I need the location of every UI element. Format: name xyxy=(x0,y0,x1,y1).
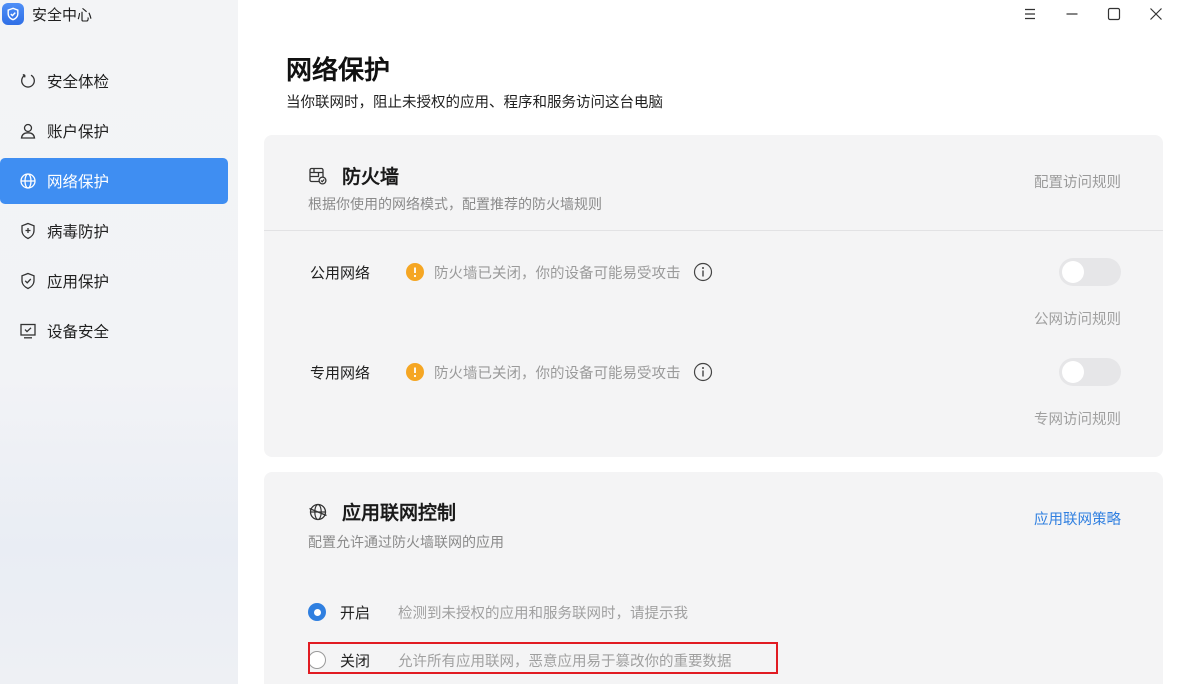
sidebar-item-device[interactable]: 设备安全 xyxy=(0,308,228,354)
firewall-icon xyxy=(308,166,328,186)
firewall-title: 防火墙 xyxy=(342,166,400,188)
user-icon xyxy=(18,121,38,141)
private-network-row: 专用网络 防火墙已关闭，你的设备可能易受攻击 xyxy=(310,360,713,384)
network-status: 防火墙已关闭，你的设备可能易受攻击 xyxy=(434,365,681,382)
radio-button-checked[interactable] xyxy=(308,603,326,621)
sidebar-item-network[interactable]: 网络保护 xyxy=(0,158,228,204)
sidebar-item-label: 设备安全 xyxy=(47,323,110,341)
sidebar-item-label: 账户保护 xyxy=(47,123,110,141)
app-title-bar: 安全中心 xyxy=(2,3,92,25)
firewall-description: 根据你使用的网络模式，配置推荐的防火墙规则 xyxy=(308,197,602,213)
network-label: 专用网络 xyxy=(310,363,371,382)
sidebar-item-account[interactable]: 账户保护 xyxy=(0,108,228,154)
radio-option-on[interactable]: 开启 检测到未授权的应用和服务联网时，请提示我 xyxy=(308,599,688,625)
warning-icon xyxy=(406,363,424,381)
close-icon[interactable] xyxy=(1135,2,1177,26)
info-icon[interactable] xyxy=(693,262,713,282)
sidebar-item-virus[interactable]: 病毒防护 xyxy=(0,208,228,254)
sidebar-item-label: 安全体检 xyxy=(47,73,110,91)
shield-logo-icon xyxy=(2,3,24,25)
page-subtitle: 当你联网时，阻止未授权的应用、程序和服务访问这台电脑 xyxy=(286,95,663,111)
app-network-title: 应用联网控制 xyxy=(342,502,457,524)
minimize-icon[interactable] xyxy=(1051,2,1093,26)
sidebar-item-security-check[interactable]: 安全体检 xyxy=(0,58,228,104)
radio-label: 开启 xyxy=(340,603,371,622)
globe-icon xyxy=(18,171,38,191)
app-network-header: 应用联网控制 xyxy=(308,498,456,525)
warning-icon xyxy=(406,263,424,281)
app-network-icon xyxy=(308,502,328,522)
network-label: 公用网络 xyxy=(310,263,371,282)
public-firewall-toggle[interactable] xyxy=(1059,258,1121,286)
highlight-annotation-box xyxy=(308,642,778,674)
sidebar-item-label: 病毒防护 xyxy=(47,223,110,241)
sidebar-item-label: 网络保护 xyxy=(47,173,110,191)
page-title: 网络保护 xyxy=(286,56,391,86)
maximize-icon[interactable] xyxy=(1093,2,1135,26)
configure-access-rules-link[interactable]: 配置访问规则 xyxy=(1034,171,1121,192)
radio-description: 检测到未授权的应用和服务联网时，请提示我 xyxy=(398,605,688,622)
menu-icon[interactable] xyxy=(1009,2,1051,26)
app-title: 安全中心 xyxy=(32,5,93,24)
app-network-policy-link[interactable]: 应用联网策略 xyxy=(1034,508,1121,529)
sidebar-nav: 安全体检 账户保护 网络保护 病毒防护 应用保护 设备安全 xyxy=(0,58,238,358)
sidebar-item-app-protect[interactable]: 应用保护 xyxy=(0,258,228,304)
public-network-row: 公用网络 防火墙已关闭，你的设备可能易受攻击 xyxy=(310,260,713,284)
sidebar: 安全中心 安全体检 账户保护 网络保护 病毒防护 应用保护 设备安全 xyxy=(0,0,238,684)
network-status: 防火墙已关闭，你的设备可能易受攻击 xyxy=(434,265,681,282)
shield-plus-icon xyxy=(18,221,38,241)
firewall-header: 防火墙 xyxy=(308,162,399,189)
toggle-knob xyxy=(1062,361,1084,383)
public-network-rules-link[interactable]: 公网访问规则 xyxy=(1034,308,1121,329)
shield-check-icon xyxy=(18,271,38,291)
monitor-check-icon xyxy=(18,321,38,341)
private-network-rules-link[interactable]: 专网访问规则 xyxy=(1034,408,1121,429)
window-controls xyxy=(1009,2,1177,26)
divider xyxy=(264,230,1163,231)
firewall-card: 防火墙 根据你使用的网络模式，配置推荐的防火墙规则 配置访问规则 公用网络 防火… xyxy=(264,135,1163,457)
info-icon[interactable] xyxy=(693,362,713,382)
private-firewall-toggle[interactable] xyxy=(1059,358,1121,386)
sidebar-item-label: 应用保护 xyxy=(47,273,110,291)
power-cycle-icon xyxy=(18,71,38,91)
app-network-description: 配置允许通过防火墙联网的应用 xyxy=(308,535,504,551)
toggle-knob xyxy=(1062,261,1084,283)
